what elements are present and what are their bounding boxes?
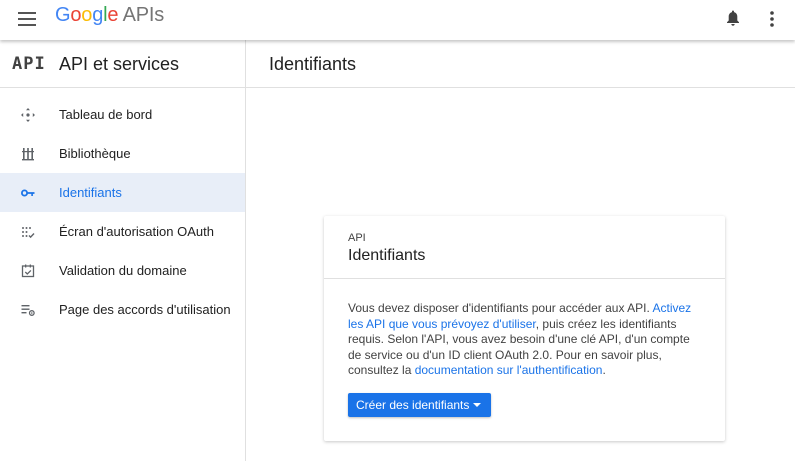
sidebar-item-page-usage-agreements[interactable]: Page des accords d'utilisation: [0, 290, 245, 329]
oauth-consent-icon: [22, 227, 35, 239]
top-app-bar: Google APIs: [0, 0, 795, 40]
create-credentials-button[interactable]: Créer des identifiants: [348, 393, 491, 417]
agreements-icon: [21, 305, 35, 316]
hamburger-menu-icon[interactable]: [14, 8, 40, 30]
page-title: Identifiants: [269, 54, 357, 74]
main-header: Identifiants: [246, 40, 795, 88]
sidebar-nav: Tableau de bord Bibliothèque Identifiant…: [0, 88, 245, 329]
logo-apis-text: APIs: [122, 4, 165, 26]
sidebar: API API et services Tableau de bord Bibl…: [0, 40, 246, 461]
card-header: API Identifiants: [324, 216, 725, 279]
library-icon: [22, 148, 34, 161]
google-apis-logo[interactable]: Google APIs: [55, 4, 164, 27]
credentials-card: API Identifiants Vous devez disposer d'i…: [324, 216, 725, 441]
domain-check-icon: [21, 264, 35, 278]
sidebar-item-oauth-consent[interactable]: Écran d'autorisation OAuth: [0, 212, 245, 251]
more-options-icon[interactable]: [764, 9, 780, 29]
card-kicker: API: [348, 232, 366, 244]
dashboard-icon: [21, 108, 35, 122]
sidebar-header: API API et services: [0, 40, 245, 88]
api-badge: API: [12, 54, 46, 74]
sidebar-item-domain-verification[interactable]: Validation du domaine: [0, 251, 245, 290]
dropdown-caret-icon: [473, 403, 481, 407]
key-icon: [21, 189, 35, 197]
notifications-bell-icon[interactable]: [725, 9, 741, 27]
sidebar-title: API et services: [59, 54, 180, 74]
create-credentials-label: Créer des identifiants: [356, 398, 470, 412]
card-description: Vous devez disposer d'identifiants pour …: [348, 301, 692, 377]
authentication-docs-link[interactable]: documentation sur l'authentification: [415, 363, 603, 377]
sidebar-item-credentials[interactable]: Identifiants: [0, 173, 245, 212]
sidebar-item-library[interactable]: Bibliothèque: [0, 134, 245, 173]
sidebar-item-dashboard[interactable]: Tableau de bord: [0, 95, 245, 134]
card-title: Identifiants: [348, 247, 426, 264]
